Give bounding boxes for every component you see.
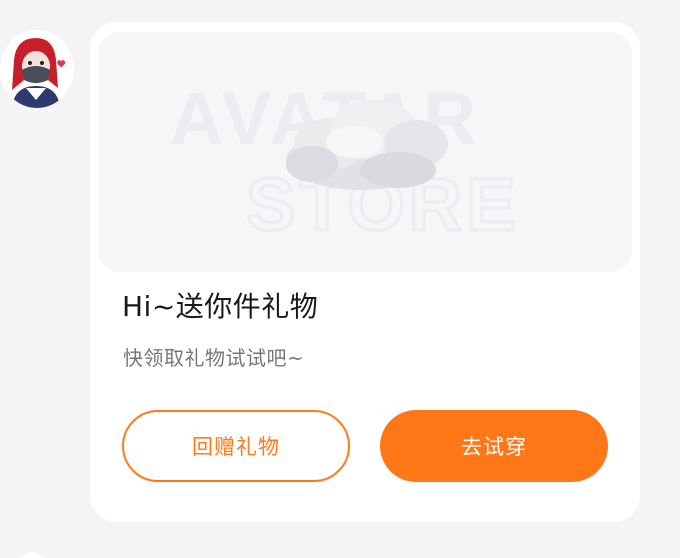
sender-avatar[interactable]	[0, 30, 74, 108]
chat-page: AVATAR STORE Hi~送你件礼物 快领取礼物试试吧~ 回赠礼物 去试穿	[0, 0, 680, 558]
message-subtitle: 快领取礼物试试吧~	[123, 346, 305, 370]
message-title: Hi~送你件礼物	[122, 290, 319, 323]
user-avatar-illustration	[12, 38, 66, 108]
next-message-avatar	[18, 552, 46, 558]
return-gift-button[interactable]: 回赠礼物	[122, 410, 350, 482]
gift-message-card[interactable]: AVATAR STORE Hi~送你件礼物 快领取礼物试试吧~ 回赠礼物 去试穿	[90, 22, 640, 522]
gift-banner: AVATAR STORE	[98, 32, 632, 272]
try-on-button[interactable]: 去试穿	[380, 410, 608, 482]
